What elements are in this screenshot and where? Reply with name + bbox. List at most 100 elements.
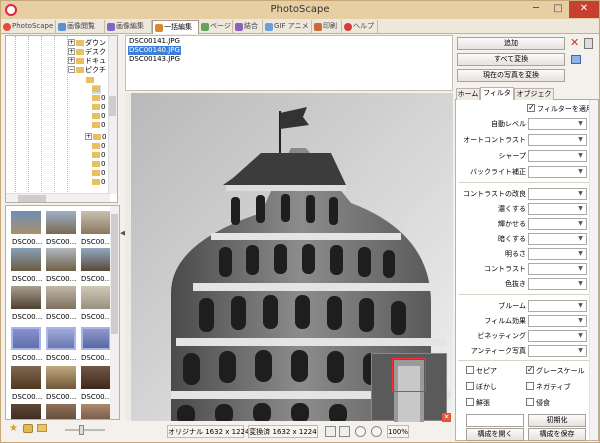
tab-page[interactable]: ページ bbox=[199, 20, 233, 34]
thumbnail[interactable] bbox=[81, 404, 111, 419]
tree-subitem[interactable]: 0 bbox=[92, 103, 105, 112]
apply-filter-checkbox[interactable]: ✓ bbox=[527, 104, 535, 112]
tab-home[interactable]: ホーム bbox=[456, 88, 480, 100]
thumbnail[interactable] bbox=[81, 327, 111, 350]
antique-photo-select[interactable]: ▼ bbox=[528, 345, 587, 357]
star-icon[interactable]: ★ bbox=[9, 423, 18, 434]
expand-icon[interactable]: + bbox=[68, 57, 75, 64]
slider-thumb[interactable] bbox=[79, 425, 84, 435]
sepia-checkbox[interactable] bbox=[466, 366, 474, 374]
deepen-select[interactable]: ▼ bbox=[528, 203, 587, 215]
tree-vertical-scrollbar[interactable] bbox=[108, 36, 117, 194]
convert-current-button[interactable]: 現在の写真を変換 bbox=[457, 69, 565, 82]
tree-item-pictures[interactable]: − ピクチ bbox=[68, 66, 106, 75]
scroll-thumb[interactable] bbox=[111, 214, 118, 334]
film-effect-select[interactable]: ▼ bbox=[528, 315, 587, 327]
thumbnail[interactable] bbox=[11, 366, 41, 389]
tree-subitem[interactable]: 0 bbox=[92, 151, 105, 160]
close-button[interactable]: ✕ bbox=[569, 1, 599, 18]
tab-combine[interactable]: 結合 bbox=[233, 20, 263, 34]
thumbnail[interactable] bbox=[46, 327, 76, 350]
scroll-thumb[interactable] bbox=[18, 195, 46, 202]
contrast-select[interactable]: ▼ bbox=[528, 263, 587, 275]
folder-icon[interactable] bbox=[37, 424, 47, 432]
remove-icon[interactable]: ✕ bbox=[570, 37, 579, 48]
scroll-thumb[interactable] bbox=[109, 96, 116, 116]
grayscale-checkbox[interactable]: ✓ bbox=[526, 366, 534, 374]
select-icon[interactable] bbox=[23, 424, 33, 433]
tree-subitem[interactable]: 0 bbox=[92, 142, 105, 151]
tree-item-desktop[interactable]: + デスク bbox=[68, 48, 106, 57]
thumbnail[interactable] bbox=[11, 327, 41, 350]
auto-contrast-select[interactable]: ▼ bbox=[528, 134, 587, 146]
tree-item-downloads[interactable]: + ダウン bbox=[68, 39, 106, 48]
folder-tree[interactable]: + ダウン + デスク + ドキュ − ピクチ 0 0 0 0 +0 0 0 0 0 0 bbox=[5, 35, 118, 203]
file-item[interactable]: DSC00143.JPG bbox=[128, 55, 181, 64]
thumbnail[interactable] bbox=[81, 286, 111, 309]
file-item[interactable]: DSC00141.JPG bbox=[128, 37, 181, 46]
tab-gif[interactable]: GIF アニメ bbox=[263, 20, 312, 34]
thumbnail[interactable] bbox=[81, 248, 111, 271]
tab-photoscape[interactable]: PhotoScape bbox=[1, 20, 56, 34]
list-icon[interactable] bbox=[571, 55, 581, 64]
actual-size-icon[interactable] bbox=[339, 426, 350, 437]
file-list[interactable]: DSC00141.JPG DSC00140.JPG DSC00143.JPG bbox=[125, 35, 453, 91]
contrast-enhance-select[interactable]: ▼ bbox=[528, 188, 587, 200]
thumbnail[interactable] bbox=[46, 286, 76, 309]
tab-viewer[interactable]: 画像閲覧 bbox=[56, 20, 105, 34]
tree-subitem[interactable]: 0 bbox=[92, 94, 105, 103]
navigator-preview[interactable] bbox=[371, 353, 447, 422]
brightness-select[interactable]: ▼ bbox=[528, 248, 587, 260]
expand-icon[interactable]: + bbox=[68, 39, 75, 46]
thumbnail[interactable] bbox=[46, 248, 76, 271]
tree-subitem[interactable]: 0 bbox=[92, 121, 105, 130]
vignetting-select[interactable]: ▼ bbox=[528, 330, 587, 342]
panel-scrollbar[interactable] bbox=[589, 100, 598, 440]
thumbnail[interactable] bbox=[11, 211, 41, 234]
auto-level-select[interactable]: ▼ bbox=[528, 118, 587, 130]
tree-subitem[interactable]: 0 bbox=[92, 112, 105, 121]
thumbnail[interactable] bbox=[46, 404, 76, 419]
convert-all-button[interactable]: すべて変換 bbox=[457, 53, 565, 66]
tab-help[interactable]: ヘルプ bbox=[342, 20, 378, 34]
maximize-button[interactable]: □ bbox=[547, 1, 569, 18]
zoom-out-icon[interactable] bbox=[371, 426, 382, 437]
tab-editor[interactable]: 画像編集 bbox=[105, 20, 152, 34]
thumbnail[interactable] bbox=[11, 248, 41, 271]
tree-subitem[interactable]: 0 bbox=[92, 169, 105, 178]
thumbnail-scrollbar[interactable] bbox=[110, 206, 119, 419]
reset-button[interactable]: 初期化 bbox=[528, 414, 586, 427]
thumbnail[interactable] bbox=[11, 286, 41, 309]
tree-subitem[interactable]: 0 bbox=[92, 160, 105, 169]
bloom-select[interactable]: ▼ bbox=[528, 300, 587, 312]
tab-object[interactable]: オブジェクト bbox=[514, 88, 554, 109]
negative-checkbox[interactable] bbox=[526, 382, 534, 390]
tree-horizontal-scrollbar[interactable] bbox=[6, 193, 110, 202]
tab-filter[interactable]: フィルター bbox=[480, 87, 514, 108]
tree-subitem[interactable]: 0 bbox=[92, 178, 105, 187]
thumbnail-size-slider[interactable] bbox=[65, 429, 105, 431]
sharpen-select[interactable]: ▼ bbox=[528, 150, 587, 162]
tree-item-documents[interactable]: + ドキュ bbox=[68, 57, 106, 66]
save-config-button[interactable]: 構成を保存 bbox=[528, 428, 586, 441]
thumbnail[interactable] bbox=[81, 366, 111, 389]
file-item-selected[interactable]: DSC00140.JPG bbox=[128, 46, 181, 55]
fit-icon[interactable] bbox=[325, 426, 336, 437]
thumbnail[interactable] bbox=[11, 404, 41, 419]
add-button[interactable]: 追加 bbox=[457, 37, 565, 50]
tab-batch-editor[interactable]: 一括編集 bbox=[152, 20, 199, 34]
thumbnail[interactable] bbox=[81, 211, 111, 234]
decolor-select[interactable]: ▼ bbox=[528, 278, 587, 290]
navigator-viewport[interactable] bbox=[392, 358, 426, 392]
blank-button[interactable] bbox=[466, 414, 524, 427]
thumbnail[interactable] bbox=[46, 366, 76, 389]
tree-subitem[interactable]: +0 bbox=[85, 133, 106, 142]
erosion-checkbox[interactable] bbox=[526, 398, 534, 406]
collapse-icon[interactable]: − bbox=[68, 66, 75, 73]
title-bar[interactable]: PhotoScape ─ □ ✕ bbox=[1, 1, 599, 19]
expand-icon[interactable]: + bbox=[68, 48, 75, 55]
trash-icon[interactable] bbox=[584, 38, 593, 49]
tree-subitem[interactable] bbox=[92, 85, 101, 94]
tab-print[interactable]: 印刷 bbox=[312, 20, 342, 34]
emboss-checkbox[interactable] bbox=[466, 398, 474, 406]
